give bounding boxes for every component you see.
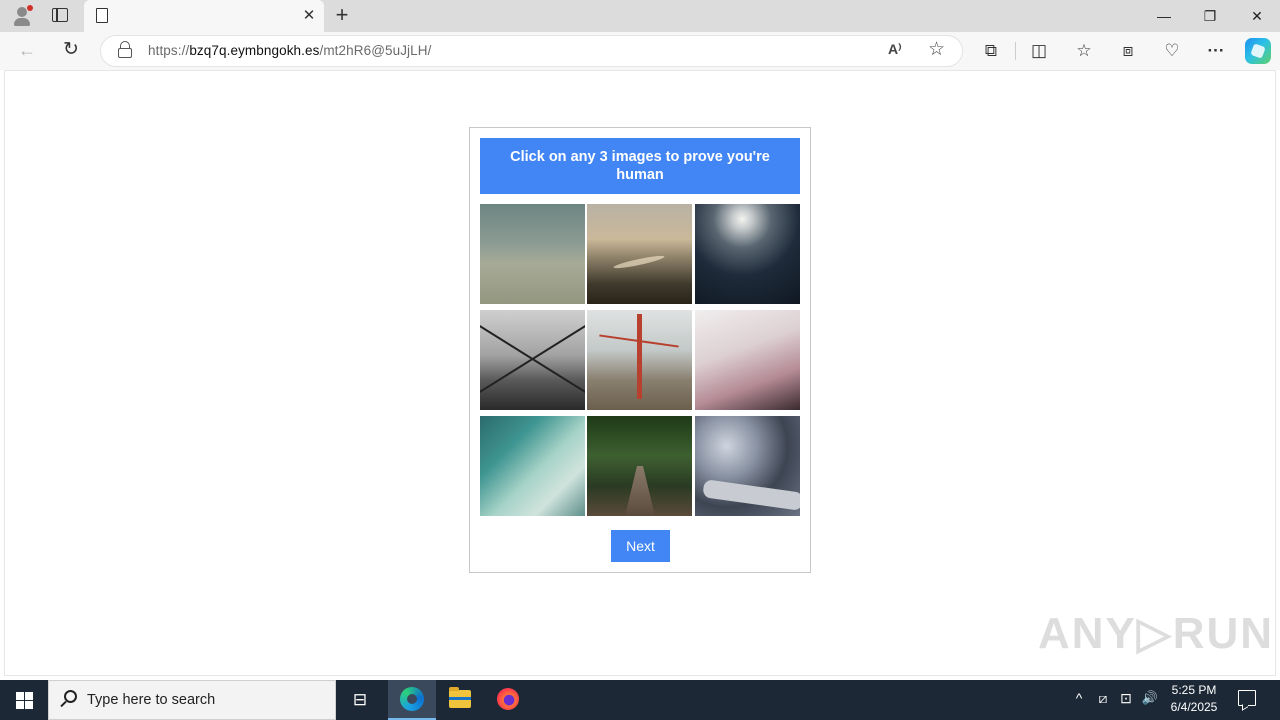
favorites-icon[interactable]: ☆ (1073, 40, 1095, 62)
windows-start-icon[interactable] (0, 680, 48, 720)
captcha-image-forest-wooden-bridge[interactable] (587, 416, 692, 516)
captcha-image-green-wave-curl[interactable] (480, 416, 585, 516)
captcha-image-city-skyline-window[interactable] (480, 310, 585, 410)
maximize-button[interactable]: ❐ (1188, 4, 1232, 28)
read-aloud-icon[interactable]: A⁾ (888, 41, 902, 58)
profile-avatar-icon[interactable] (12, 5, 33, 26)
search-icon (60, 690, 78, 708)
minimize-button[interactable]: — (1142, 4, 1186, 28)
network-icon[interactable]: ⊡ (1117, 690, 1135, 707)
url-path: /mt2hR6@5uJjLH/ (319, 43, 432, 58)
anyrun-watermark: ANY▷RUN (1038, 609, 1275, 658)
clock-date[interactable]: 6/4/2025 (1164, 700, 1224, 714)
captcha-instruction: Click on any 3 images to prove you're hu… (480, 138, 800, 194)
captcha-image-river-valley-sunset[interactable] (587, 204, 692, 304)
lock-icon[interactable] (118, 41, 132, 59)
tab-close-icon[interactable]: ✕ (300, 7, 318, 25)
split-screen-icon[interactable]: ◫ (1028, 40, 1050, 62)
captcha-image-phone-bokeh[interactable] (695, 416, 800, 516)
taskbar-firefox-app[interactable] (484, 680, 532, 720)
folder-icon (449, 687, 471, 708)
clock-time[interactable]: 5:25 PM (1168, 683, 1220, 697)
extensions-icon[interactable]: ⧉ (980, 40, 1002, 62)
firefox-icon (497, 688, 519, 710)
edge-icon (400, 687, 424, 711)
copilot-icon[interactable] (1245, 38, 1271, 64)
taskbar-edge-app[interactable] (388, 680, 436, 720)
add-favorite-star-icon[interactable]: ☆ (928, 38, 945, 61)
new-tab-button[interactable]: + (330, 3, 354, 27)
taskbar-file-explorer-app[interactable] (436, 680, 484, 720)
next-button[interactable]: Next (611, 530, 670, 562)
url-protocol: https:// (148, 43, 190, 58)
captcha-image-pink-blossom-branches[interactable] (695, 310, 800, 410)
reload-icon[interactable]: ↻ (60, 39, 82, 61)
show-hidden-icons-chevron-icon[interactable]: ^ (1071, 690, 1087, 706)
back-arrow-icon[interactable]: ← (16, 39, 38, 61)
browser-essentials-icon[interactable]: ♡ (1161, 40, 1183, 62)
browser-tab-active[interactable]: ✕ (84, 0, 324, 32)
url-text[interactable]: https://bzq7q.eymbngokh.es/mt2hR6@5uJjLH… (148, 43, 431, 58)
captcha-box: Click on any 3 images to prove you're hu… (469, 127, 811, 573)
captcha-image-misty-mountains[interactable] (480, 204, 585, 304)
captcha-image-golden-gate-bridge-fog[interactable] (587, 310, 692, 410)
more-menu-icon[interactable]: ··· (1205, 40, 1227, 62)
toolbar-divider (1015, 42, 1016, 60)
tab-actions-icon[interactable] (52, 8, 68, 22)
close-window-button[interactable]: ✕ (1235, 4, 1279, 28)
collections-icon[interactable]: ⧈ (1117, 40, 1139, 62)
volume-icon[interactable]: 🔊 (1140, 690, 1160, 706)
url-host: bzq7q.eymbngokh.es (189, 43, 320, 58)
page-icon (96, 8, 108, 23)
notification-center-icon[interactable] (1238, 690, 1256, 706)
captcha-image-ocean-waves-sun[interactable] (695, 204, 800, 304)
search-placeholder: Type here to search (87, 692, 216, 708)
task-view-icon[interactable]: ⊟ (350, 690, 370, 710)
meet-now-icon[interactable]: ⧄ (1094, 690, 1112, 707)
